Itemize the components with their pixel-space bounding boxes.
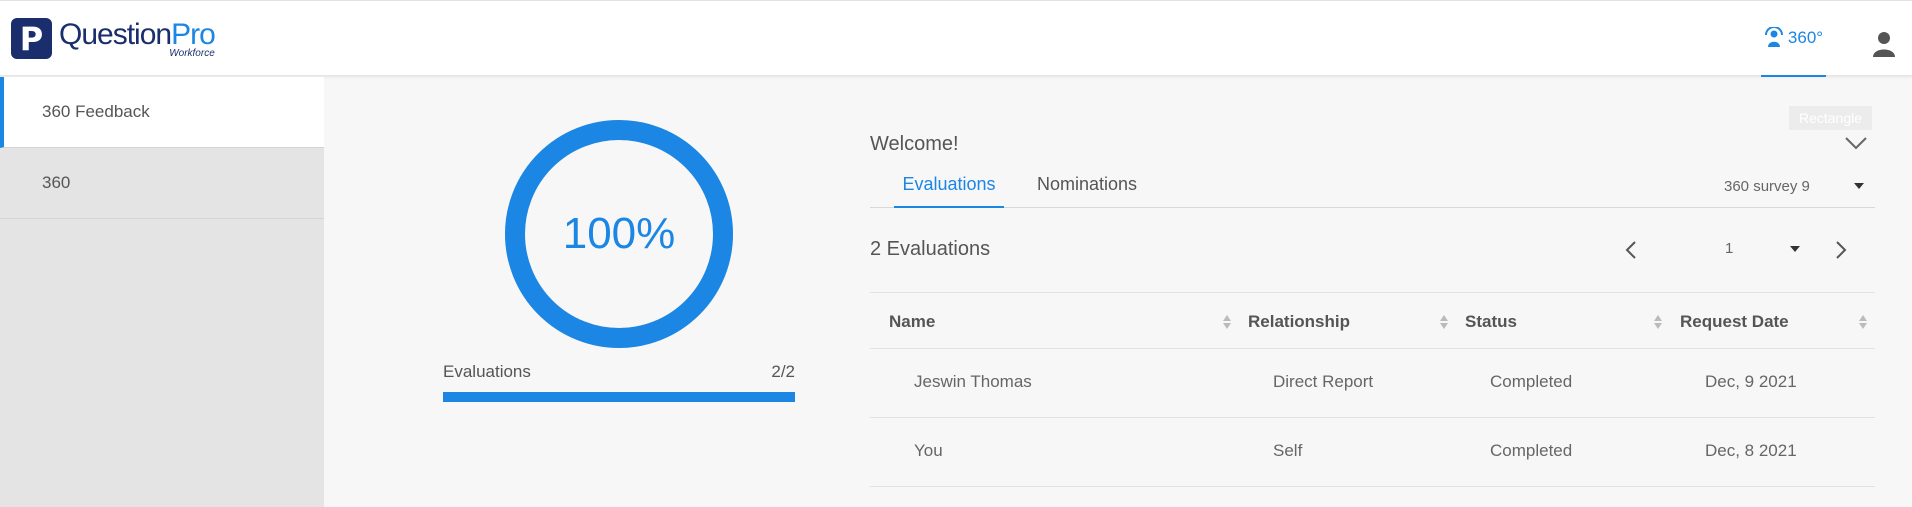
sidebar-item-360[interactable]: 360 [0,148,324,219]
sidebar-item-360-feedback[interactable]: 360 Feedback [0,77,324,148]
top-header: P QuestionPro Workforce 360° [0,0,1912,77]
cell-name: Jeswin Thomas [914,372,1032,391]
completion-percent: 100% [562,209,676,258]
nav-360-tab[interactable]: 360° [1761,1,1826,77]
column-header-relationship[interactable]: Relationship [1248,312,1350,332]
360-feedback-icon [1764,27,1783,47]
cell-relationship: Self [1273,441,1303,460]
logo-subtitle: Workforce [169,48,215,59]
page-select[interactable]: 1 [1700,240,1800,257]
tab-nominations[interactable]: Nominations [1037,174,1137,208]
completion-ring: 100% [505,120,733,348]
progress-bar [443,392,795,402]
column-header-request-date[interactable]: Request Date [1680,312,1789,332]
sidebar: 360 Feedback 360 [0,77,324,507]
cell-status: Completed [1490,372,1573,391]
sort-icon[interactable] [1859,315,1867,329]
logo-wordmark: QuestionPro Workforce [59,18,216,59]
page-number: 1 [1725,240,1734,257]
user-icon[interactable] [1873,31,1895,57]
tooltip: Rectangle [1789,106,1872,130]
survey-select[interactable]: 360 survey 9 [1724,175,1864,197]
sort-icon[interactable] [1440,315,1448,329]
table-row[interactable]: Jeswin Thomas Direct Report Completed De… [870,349,1875,418]
sidebar-item-label: 360 [42,173,71,192]
cell-relationship: Direct Report [1273,372,1374,391]
tabs-divider [870,207,1875,208]
progress-count: 2/2 [771,362,795,381]
caret-down-icon [1790,245,1800,252]
sidebar-item-label: 360 Feedback [42,102,150,121]
column-header-name[interactable]: Name [889,312,935,332]
evaluations-count: 2 Evaluations [870,238,991,260]
tab-evaluations[interactable]: Evaluations [894,174,1004,208]
sort-icon[interactable] [1223,315,1231,329]
chevron-right-icon[interactable] [1835,240,1847,260]
cell-name: You [914,441,943,460]
chevron-left-icon[interactable] [1625,240,1637,260]
cell-request-date: Dec, 8 2021 [1705,441,1797,460]
sort-icon[interactable] [1654,315,1662,329]
column-header-status[interactable]: Status [1465,312,1517,332]
survey-select-value: 360 survey 9 [1724,177,1810,195]
logo-pro-text: Pro [171,18,216,51]
chevron-down-icon[interactable] [1845,136,1867,150]
logo-p-icon: P [11,18,52,59]
table-row[interactable]: You Self Completed Dec, 8 2021 [870,418,1875,487]
table-header-row: Name Relationship Status Request Date [870,292,1875,349]
progress-label: Evaluations [443,362,531,381]
evaluations-table: Name Relationship Status Request Date Je… [870,292,1875,487]
cell-request-date: Dec, 9 2021 [1705,372,1797,391]
questionpro-logo[interactable]: P QuestionPro Workforce [11,18,216,59]
nav-360-label: 360° [1787,28,1824,47]
welcome-title: Welcome! [870,133,959,155]
progress-bar-fill [443,392,795,402]
logo-question-text: Question [59,18,172,51]
cell-status: Completed [1490,441,1573,460]
caret-down-icon [1854,183,1864,189]
